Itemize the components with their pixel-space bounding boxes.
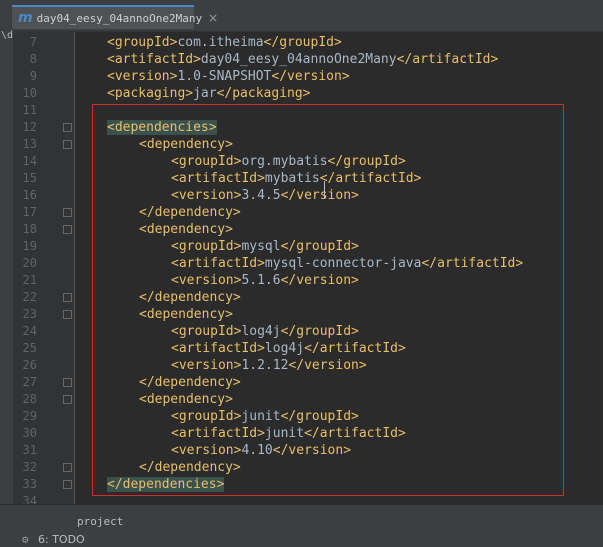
line-number: 20: [22, 256, 37, 270]
fold-marker-icon[interactable]: [63, 395, 72, 404]
line-number: 19: [22, 239, 37, 253]
code-line: <groupId>com.itheima</groupId>: [107, 34, 342, 51]
xml-tag: </artifactId>: [396, 52, 499, 67]
xml-tag: <version>: [107, 69, 178, 84]
line-number: 30: [22, 426, 37, 440]
fold-marker-icon[interactable]: [63, 378, 72, 387]
fold-marker-icon[interactable]: [63, 463, 72, 472]
xml-text: jar: [193, 86, 217, 101]
line-number: 33: [22, 477, 37, 491]
fold-marker-icon[interactable]: [63, 123, 72, 132]
code-line: <version>1.0-SNAPSHOT</version>: [107, 68, 350, 85]
line-number: 7: [29, 35, 37, 49]
line-number: 8: [29, 52, 37, 66]
xml-tag: <artifactId>: [107, 52, 201, 67]
bottom-tool-bar: project ⚙ 6: TODO: [0, 504, 603, 547]
line-number: 21: [22, 273, 37, 287]
selection-highlight-box: [92, 104, 564, 496]
fold-marker-icon[interactable]: [63, 140, 72, 149]
close-icon[interactable]: ×: [208, 11, 218, 25]
line-number: 22: [22, 290, 37, 304]
text-cursor: [324, 181, 325, 198]
fold-marker-icon[interactable]: [63, 480, 72, 489]
line-number: 16: [22, 188, 37, 202]
line-number: 29: [22, 409, 37, 423]
line-number: 11: [22, 103, 37, 117]
line-number: 10: [22, 86, 37, 100]
todo-icon: ⚙: [22, 533, 29, 546]
xml-text: 1.0-SNAPSHOT: [177, 69, 272, 84]
line-number: 12: [22, 120, 37, 134]
xml-tag: </groupId>: [263, 35, 342, 50]
line-number: 14: [22, 154, 37, 168]
xml-text: day04_eesy_04annoOne2Many: [200, 52, 397, 67]
line-number: 25: [22, 341, 37, 355]
code-line: <packaging>jar</packaging>: [107, 85, 311, 102]
line-number: 9: [29, 69, 37, 83]
line-number: 32: [22, 460, 37, 474]
xml-tag: </version>: [271, 69, 350, 84]
line-number: 17: [22, 205, 37, 219]
editor-tab-bar: m day04_eesy_04annoOne2Many ×: [0, 0, 603, 32]
line-number: 18: [22, 222, 37, 236]
line-number: 24: [22, 324, 37, 338]
maven-icon: m: [18, 10, 33, 26]
editor-tab[interactable]: m day04_eesy_04annoOne2Many ×: [12, 5, 218, 29]
project-label: project: [77, 515, 124, 528]
line-number: 15: [22, 171, 37, 185]
fold-marker-icon[interactable]: [63, 310, 72, 319]
xml-tag: <packaging>: [107, 86, 194, 101]
fold-marker-icon[interactable]: [63, 208, 72, 217]
line-number: 27: [22, 375, 37, 389]
xml-text: com.itheima: [177, 35, 264, 50]
line-number: 28: [22, 392, 37, 406]
xml-tag: </packaging>: [216, 86, 311, 101]
todo-tab[interactable]: 6: TODO: [38, 533, 85, 546]
fold-marker-icon[interactable]: [63, 293, 72, 302]
project-tool-strip: \da: [0, 28, 19, 504]
editor-tab-title: day04_eesy_04annoOne2Many: [36, 11, 203, 25]
line-number: 13: [22, 137, 37, 151]
line-number: 23: [22, 307, 37, 321]
code-line: <artifactId>day04_eesy_04annoOne2Many</a…: [107, 51, 498, 68]
xml-tag: <groupId>: [107, 35, 178, 50]
line-number: 26: [22, 358, 37, 372]
fold-marker-icon[interactable]: [63, 225, 72, 234]
line-number: 31: [22, 443, 37, 457]
